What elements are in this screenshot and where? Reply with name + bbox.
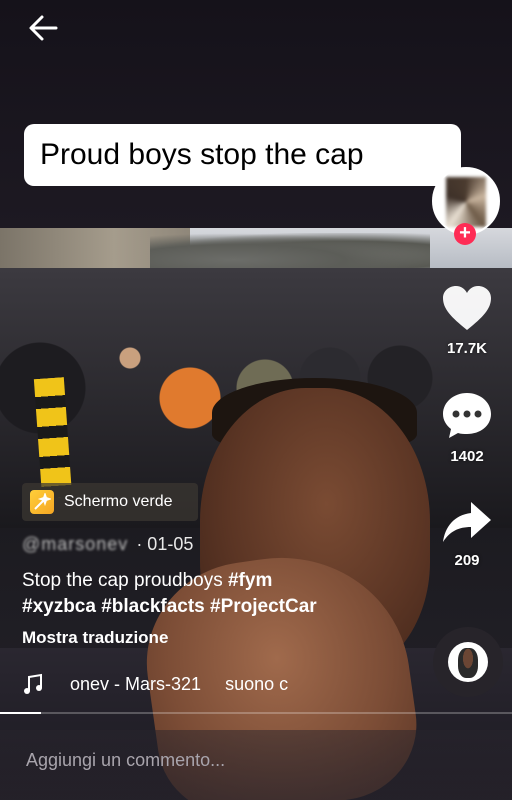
hashtag[interactable]: #fym	[228, 570, 272, 591]
effect-chip[interactable]: Schermo verde	[22, 483, 198, 521]
like-count: 17.7K	[446, 340, 488, 357]
share-count: 209	[454, 552, 480, 569]
comment-input[interactable]	[24, 744, 488, 776]
author-row: @marsonev · 01-05	[22, 534, 193, 555]
comment-bar	[0, 730, 512, 800]
sound-suffix: suono c	[225, 673, 289, 694]
description-text: Stop the cap proudboys	[22, 570, 228, 591]
caption-overlay-text: Proud boys stop the cap	[40, 138, 364, 171]
sound-link[interactable]: onev - Mars-321 suono c	[22, 673, 288, 695]
post-description: Stop the cap proudboys #fym #xyzbca #bla…	[22, 568, 422, 620]
share-button[interactable]: 209	[432, 500, 502, 569]
video-progress-bar[interactable]	[0, 712, 512, 714]
plus-icon: +	[459, 222, 471, 244]
music-disc-avatar	[448, 642, 488, 682]
share-arrow-icon	[443, 502, 491, 542]
like-button[interactable]: 17.7K	[432, 284, 502, 357]
post-date: · 01-05	[136, 534, 194, 554]
comment-button[interactable]: 1402	[432, 390, 502, 465]
hashtag[interactable]: #blackfacts	[101, 596, 205, 617]
back-button[interactable]	[26, 12, 62, 44]
hashtag[interactable]: #ProjectCar	[210, 596, 317, 617]
effect-label: Schermo verde	[64, 493, 173, 510]
caption-overlay: Proud boys stop the cap	[24, 124, 461, 186]
hashtag[interactable]: #xyzbca	[22, 596, 96, 617]
music-disc-button[interactable]	[433, 627, 503, 697]
sound-title: onev - Mars-321	[70, 673, 202, 694]
heart-icon	[443, 286, 491, 330]
music-note-icon	[24, 673, 42, 694]
magic-wand-icon	[30, 490, 54, 514]
comment-count: 1402	[450, 448, 484, 465]
author-name[interactable]: @marsonev	[22, 534, 128, 554]
arrow-left-icon	[29, 15, 58, 41]
author-avatar-button[interactable]: +	[432, 167, 500, 245]
video-progress-fill	[0, 712, 41, 714]
translate-link[interactable]: Mostra traduzione	[22, 628, 168, 648]
speech-bubble-icon	[443, 393, 491, 438]
follow-button[interactable]: +	[454, 223, 476, 245]
